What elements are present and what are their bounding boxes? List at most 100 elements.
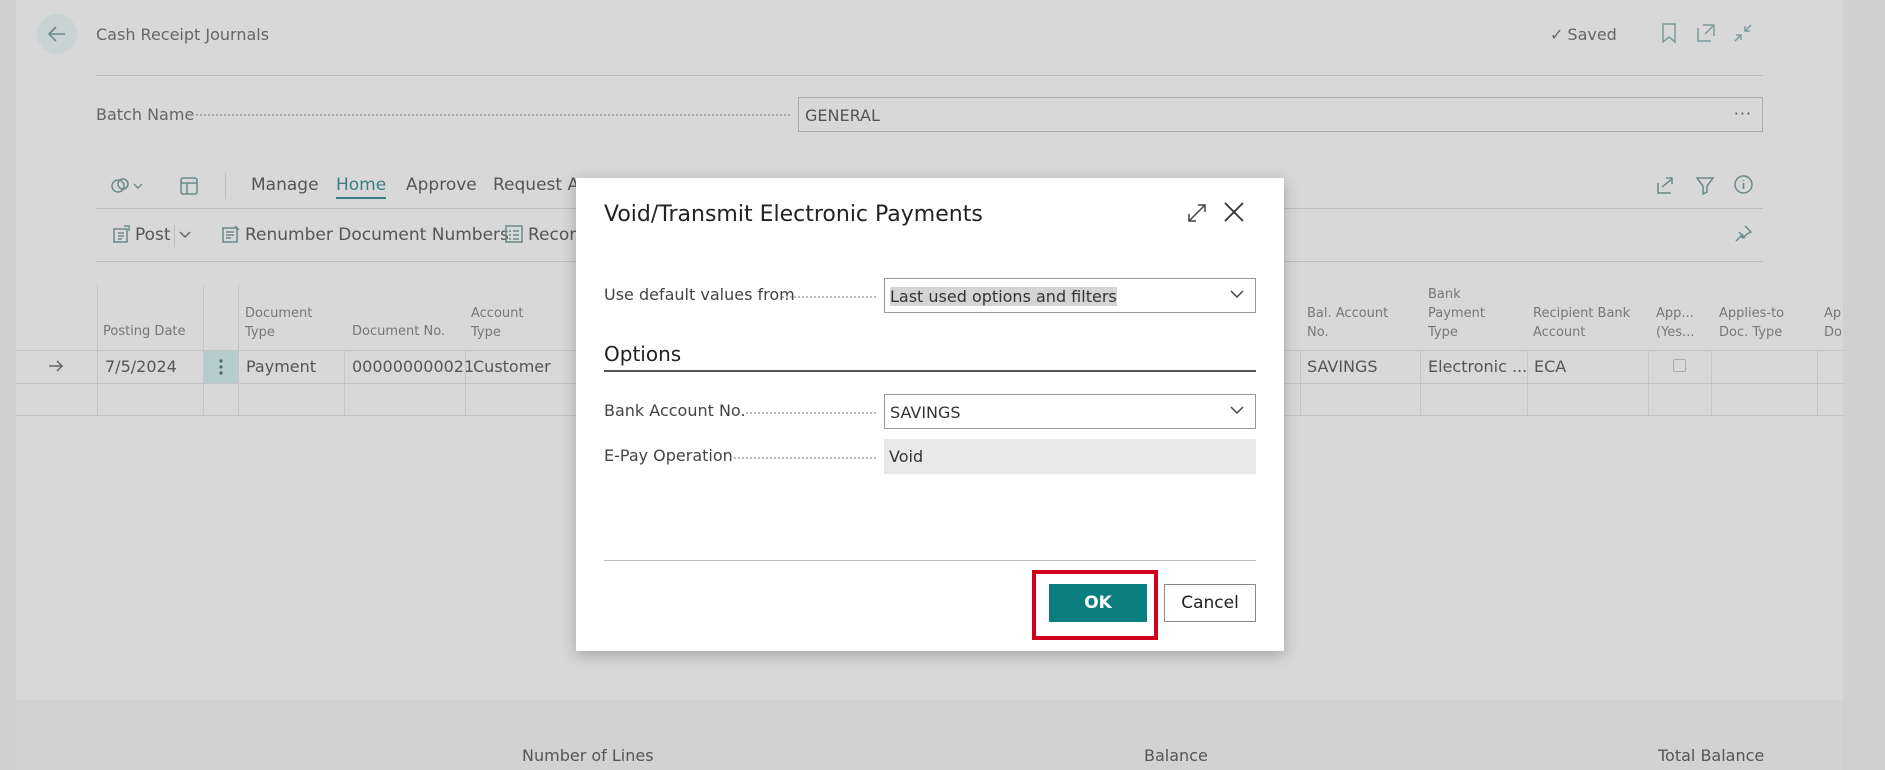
col-applies-to-doc-type[interactable]: Applies-to Doc. Type — [1719, 304, 1784, 342]
copilot-icon[interactable] — [110, 176, 144, 196]
reconcile-icon[interactable] — [504, 224, 524, 244]
grid-col-line — [97, 285, 98, 415]
right-gutter — [1843, 0, 1885, 770]
options-divider — [604, 370, 1256, 372]
grid-col-line — [1648, 350, 1649, 415]
cell-recipient-bank-account[interactable]: ECA — [1534, 357, 1566, 376]
chevron-down-icon — [1230, 406, 1244, 415]
col-account-type-line1: Account — [471, 306, 524, 321]
share-icon[interactable] — [1655, 175, 1675, 195]
e-pay-operation-dots — [734, 457, 876, 459]
col-applies-more-line1: Ap — [1824, 306, 1842, 321]
grid-col-line — [1817, 350, 1818, 415]
filter-icon[interactable] — [1695, 175, 1715, 195]
col-posting-date[interactable]: Posting Date — [103, 322, 186, 341]
col-applies-yes-line2: (Yes... — [1656, 325, 1695, 340]
menu-home[interactable]: Home — [336, 175, 387, 199]
batch-name-field[interactable]: GENERAL ··· — [798, 97, 1763, 132]
close-icon[interactable] — [1222, 200, 1246, 224]
col-bal-account-no[interactable]: Bal. Account No. — [1307, 304, 1388, 342]
col-applies-doc-type-line2: Doc. Type — [1719, 325, 1783, 340]
ok-button[interactable]: OK — [1049, 584, 1147, 622]
menu-manage[interactable]: Manage — [251, 175, 319, 195]
col-applies-more[interactable]: Ap Do — [1824, 304, 1842, 342]
open-new-window-icon[interactable] — [1695, 22, 1717, 44]
cancel-button[interactable]: Cancel — [1164, 584, 1256, 622]
col-account-type-line2: Type — [471, 325, 501, 340]
batch-name-value: GENERAL — [805, 106, 880, 125]
dialog-title: Void/Transmit Electronic Payments — [604, 202, 983, 227]
col-recipient-bank-account[interactable]: Recipient Bank Account — [1533, 304, 1630, 342]
col-applies-more-line2: Do — [1824, 325, 1842, 340]
saved-label: Saved — [1567, 25, 1617, 44]
col-bank-payment-type-line2: Payment — [1428, 306, 1485, 321]
total-balance-label: Total Balance — [1658, 746, 1765, 765]
use-default-values-value: Last used options and filters — [890, 287, 1117, 306]
row-actions-button[interactable] — [204, 351, 238, 383]
balance-label: Balance — [1144, 746, 1208, 765]
e-pay-operation-field: Void — [884, 439, 1256, 474]
col-bank-payment-type-line1: Bank — [1428, 287, 1461, 302]
grid-col-line — [1420, 350, 1421, 415]
batch-name-dots — [192, 114, 790, 116]
chevron-down-icon — [1230, 290, 1244, 299]
pin-icon[interactable] — [1733, 224, 1753, 244]
chevron-down-icon[interactable] — [178, 230, 192, 240]
cell-posting-date[interactable]: 7/5/2024 — [105, 357, 177, 376]
applies-to-checkbox[interactable] — [1673, 359, 1686, 372]
col-bal-account-no-line2: No. — [1307, 325, 1329, 340]
col-document-type-line2: Type — [245, 325, 275, 340]
info-icon[interactable] — [1733, 174, 1754, 195]
bank-account-no-label: Bank Account No. — [604, 401, 746, 420]
more-vertical-icon — [219, 359, 223, 375]
cell-document-type[interactable]: Payment — [246, 357, 316, 376]
cell-document-no[interactable]: 000000000021 — [352, 357, 474, 376]
col-document-no[interactable]: Document No. — [352, 322, 445, 341]
header-divider — [96, 75, 1763, 76]
use-default-dots — [782, 296, 876, 298]
batch-name-label: Batch Name — [96, 105, 195, 124]
layout-icon[interactable] — [179, 176, 199, 196]
arrow-left-icon — [47, 26, 65, 42]
col-applies-to-yes[interactable]: App... (Yes... — [1656, 304, 1694, 342]
use-default-values-select[interactable]: Last used options and filters — [884, 278, 1256, 313]
cell-account-type[interactable]: Customer — [473, 357, 551, 376]
renumber-document-numbers-button[interactable]: Renumber Document Numbers — [245, 225, 509, 245]
menu-approve[interactable]: Approve — [406, 175, 477, 195]
page-title: Cash Receipt Journals — [96, 25, 270, 44]
col-document-type[interactable]: Document Type — [245, 304, 312, 342]
back-button[interactable] — [37, 14, 77, 54]
col-applies-doc-type-line1: Applies-to — [1719, 306, 1785, 321]
bank-account-no-select[interactable]: SAVINGS — [884, 394, 1256, 429]
expand-icon[interactable] — [1186, 202, 1208, 224]
cell-bank-payment-type[interactable]: Electronic ... — [1428, 357, 1527, 376]
batch-more-button[interactable]: ··· — [1734, 104, 1752, 123]
cell-bal-account-no[interactable]: SAVINGS — [1307, 357, 1378, 376]
left-gutter — [0, 0, 16, 770]
options-heading: Options — [604, 342, 682, 366]
renumber-icon[interactable] — [221, 224, 241, 244]
e-pay-operation-label: E-Pay Operation — [604, 446, 733, 465]
number-of-lines-label: Number of Lines — [522, 746, 654, 765]
row-indicator-arrow-icon — [49, 360, 64, 372]
footer-totals: Number of Lines Balance Total Balance — [16, 700, 1843, 770]
check-icon: ✓ — [1550, 25, 1564, 44]
grid-col-line — [203, 285, 204, 415]
collapse-icon[interactable] — [1732, 22, 1754, 44]
col-recipient-bank-line2: Account — [1533, 325, 1586, 340]
col-bank-payment-type-line3: Type — [1428, 325, 1458, 340]
void-transmit-dialog: Void/Transmit Electronic Payments Use de… — [576, 178, 1284, 651]
dialog-footer-divider — [604, 560, 1256, 561]
col-bank-payment-type[interactable]: Bank Payment Type — [1428, 285, 1485, 342]
post-split-divider — [174, 225, 175, 247]
col-document-type-line1: Document — [245, 306, 313, 321]
bookmark-icon[interactable] — [1660, 22, 1678, 44]
col-account-type[interactable]: Account Type — [471, 304, 524, 342]
col-bal-account-no-line1: Bal. Account — [1307, 306, 1389, 321]
saved-status: ✓ Saved — [1550, 25, 1617, 44]
post-icon[interactable] — [112, 224, 132, 244]
post-button[interactable]: Post — [135, 225, 171, 245]
bank-account-no-value: SAVINGS — [890, 403, 961, 422]
col-recipient-bank-line1: Recipient Bank — [1533, 306, 1631, 321]
grid-col-line — [344, 350, 345, 415]
